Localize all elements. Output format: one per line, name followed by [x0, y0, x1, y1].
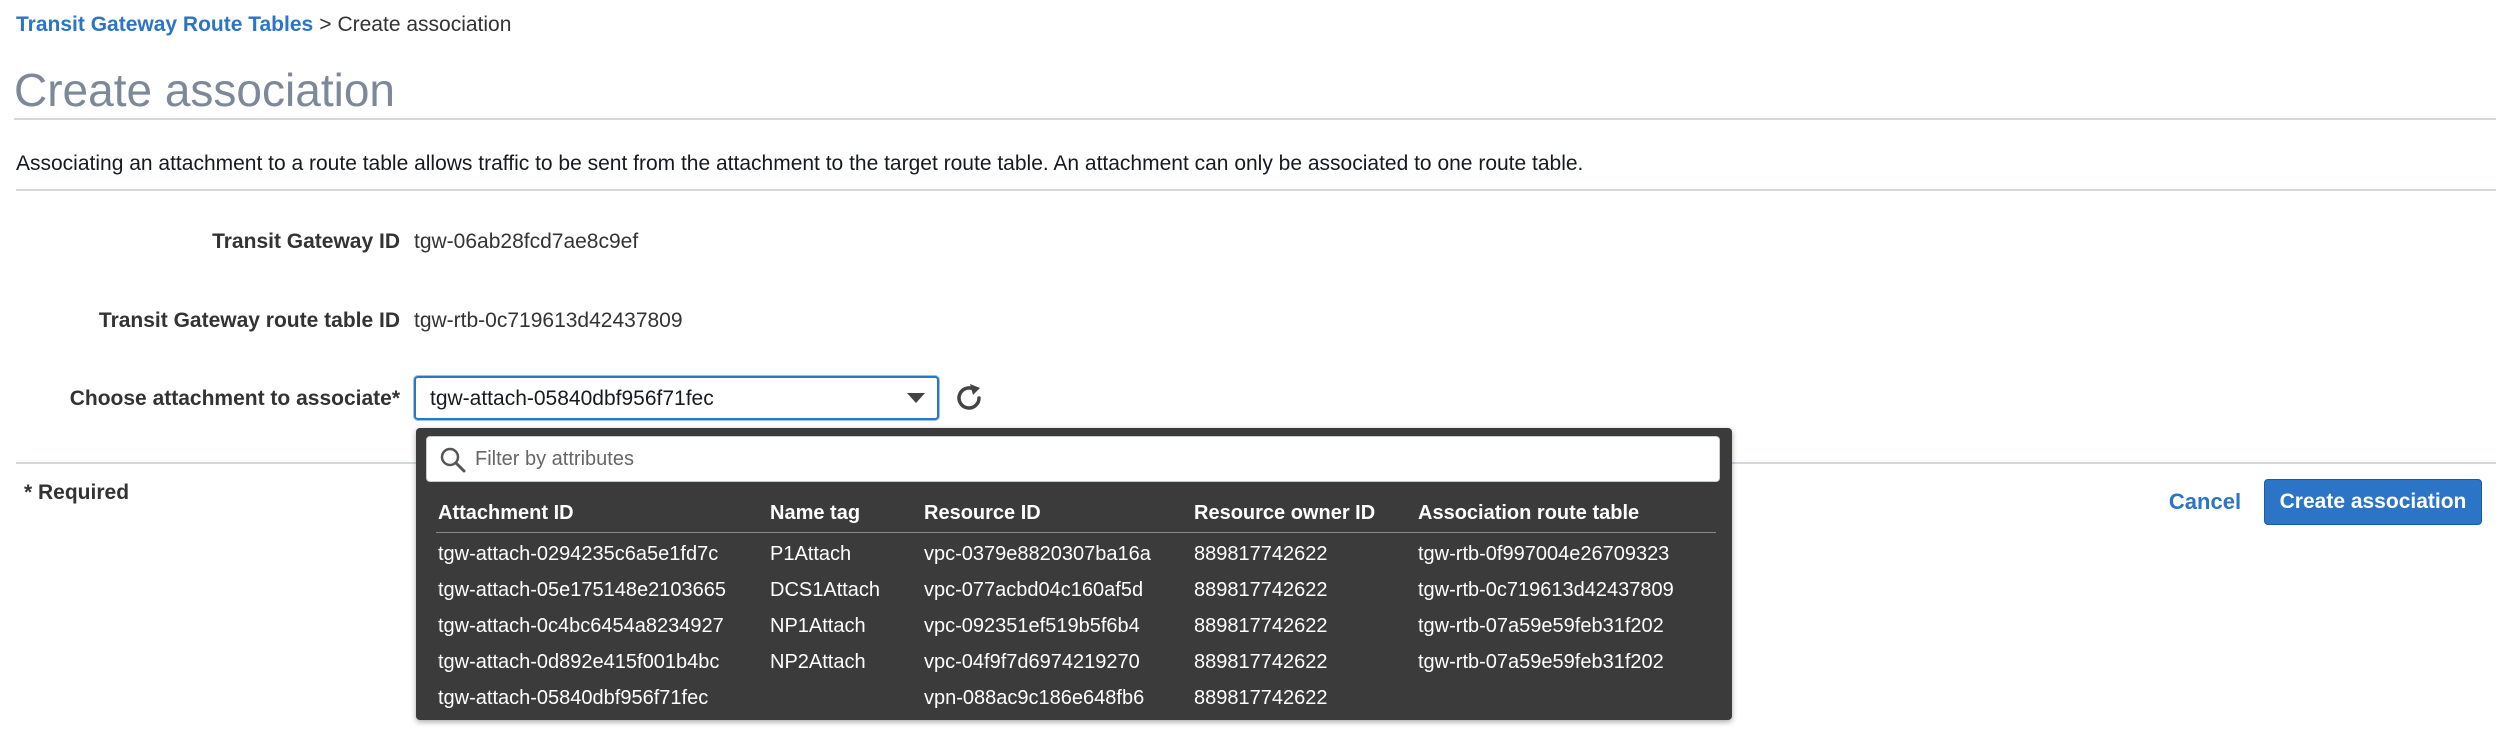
- rtb-id-value: tgw-rtb-0c719613d42437809: [414, 309, 683, 332]
- column-header-association-route-table: Association route table: [1418, 502, 1640, 524]
- search-icon: [439, 446, 467, 474]
- create-association-button[interactable]: Create association: [2264, 479, 2482, 525]
- column-header-name-tag: Name tag: [770, 502, 861, 524]
- resource-owner-id-cell: 889817742622: [1194, 687, 1328, 709]
- name-tag-cell: NP2Attach: [770, 651, 866, 673]
- attachment-id-cell: tgw-attach-05e175148e2103665: [438, 579, 727, 601]
- chevron-down-icon[interactable]: [907, 393, 925, 403]
- attachment-label: Choose attachment to associate*: [69, 387, 400, 410]
- attachment-id-cell: tgw-attach-05840dbf956f71fec: [438, 687, 709, 709]
- association-route-table-cell: tgw-rtb-0c719613d42437809: [1418, 579, 1674, 601]
- attachment-dropdown: Attachment ID Name tag Resource ID Resou…: [416, 428, 1732, 720]
- header-divider: [436, 532, 1716, 533]
- page-description: Associating an attachment to a route tab…: [16, 152, 1584, 175]
- description-divider: [16, 189, 2496, 191]
- page-title: Create association: [14, 64, 395, 116]
- rtb-id-label: Transit Gateway route table ID: [98, 309, 400, 332]
- association-route-table-cell: tgw-rtb-07a59e59feb31f202: [1418, 651, 1664, 673]
- column-header-resource-id: Resource ID: [924, 502, 1041, 524]
- tgw-id-value: tgw-06ab28fcd7ae8c9ef: [414, 230, 639, 253]
- breadcrumb-current: Create association: [337, 13, 512, 36]
- resource-id-cell: vpc-04f9f7d6974219270: [924, 651, 1140, 673]
- breadcrumb: Transit Gateway Route Tables > Create asso…: [16, 12, 511, 38]
- attachment-select-value: tgw-attach-05840dbf956f71fec: [430, 387, 714, 410]
- dropdown-option-row[interactable]: tgw-attach-0d892e415f001b4bc NP2Attach v…: [416, 644, 1732, 680]
- resource-id-cell: vpn-088ac9c186e648fb6: [924, 687, 1145, 709]
- association-route-table-cell: tgw-rtb-07a59e59feb31f202: [1418, 615, 1664, 637]
- resource-owner-id-cell: 889817742622: [1194, 543, 1328, 565]
- tgw-id-label: Transit Gateway ID: [212, 230, 400, 253]
- name-tag-cell: P1Attach: [770, 543, 852, 565]
- required-note: * Required: [24, 481, 130, 504]
- name-tag-cell: NP1Attach: [770, 615, 866, 637]
- breadcrumb-link-route-tables[interactable]: Transit Gateway Route Tables: [16, 13, 313, 36]
- dropdown-option-row[interactable]: tgw-attach-05e175148e2103665 DCS1Attach …: [416, 572, 1732, 608]
- cancel-button[interactable]: Cancel: [2160, 479, 2250, 525]
- attachment-select[interactable]: tgw-attach-05840dbf956f71fec: [414, 376, 939, 420]
- name-tag-cell: DCS1Attach: [770, 579, 881, 601]
- column-header-resource-owner-id: Resource owner ID: [1194, 502, 1376, 524]
- resource-owner-id-cell: 889817742622: [1194, 651, 1328, 673]
- attachment-id-cell: tgw-attach-0c4bc6454a8234927: [438, 615, 724, 637]
- dropdown-option-row[interactable]: tgw-attach-05840dbf956f71fec vpn-088ac9c…: [416, 680, 1732, 716]
- filter-box[interactable]: [426, 436, 1720, 482]
- association-route-table-cell: tgw-rtb-0f997004e26709323: [1418, 543, 1670, 565]
- dropdown-option-row[interactable]: tgw-attach-0294235c6a5e1fd7c P1Attach vp…: [416, 536, 1732, 572]
- resource-id-cell: vpc-0379e8820307ba16a: [924, 543, 1151, 565]
- dropdown-option-row[interactable]: tgw-attach-0c4bc6454a8234927 NP1Attach v…: [416, 608, 1732, 644]
- filter-input[interactable]: [475, 443, 1705, 475]
- resource-id-cell: vpc-077acbd04c160af5d: [924, 579, 1144, 601]
- resource-id-cell: vpc-092351ef519b5f6b4: [924, 615, 1140, 637]
- breadcrumb-separator: >: [319, 13, 332, 36]
- attachment-id-cell: tgw-attach-0294235c6a5e1fd7c: [438, 543, 719, 565]
- title-divider: [14, 118, 2496, 120]
- resource-owner-id-cell: 889817742622: [1194, 579, 1328, 601]
- resource-owner-id-cell: 889817742622: [1194, 615, 1328, 637]
- column-header-attachment-id: Attachment ID: [438, 502, 574, 524]
- refresh-icon[interactable]: [952, 381, 986, 415]
- attachment-id-cell: tgw-attach-0d892e415f001b4bc: [438, 651, 720, 673]
